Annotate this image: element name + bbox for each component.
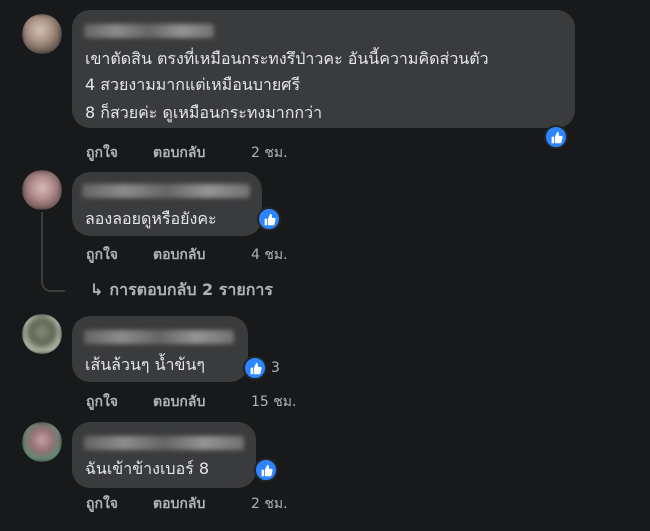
avatar[interactable]: [22, 422, 62, 462]
timestamp[interactable]: 2 ชม.: [251, 493, 288, 515]
comment-text-line: ลองลอยดูหรือยังคะ: [85, 209, 217, 228]
like-button[interactable]: ถูกใจ: [86, 142, 118, 164]
thread-connector: [41, 276, 65, 292]
comment-bubble: ลองลอยดูหรือยังคะ: [72, 172, 262, 236]
author-name[interactable]: [84, 330, 234, 344]
like-icon[interactable]: [257, 207, 281, 231]
reply-button[interactable]: ตอบกลับ: [153, 493, 205, 515]
comment-text-line: ฉันเข้าข้างเบอร์ 8: [85, 459, 210, 478]
avatar[interactable]: [22, 14, 62, 54]
author-name[interactable]: [82, 184, 250, 198]
timestamp[interactable]: 2 ชม.: [251, 142, 288, 164]
avatar[interactable]: [22, 170, 62, 210]
like-button[interactable]: ถูกใจ: [86, 493, 118, 515]
like-icon[interactable]: [254, 458, 278, 482]
timestamp[interactable]: 4 ชม.: [251, 244, 288, 266]
reply-arrow-icon: ↳: [90, 280, 104, 299]
comment-bubble: เส้นล้วนๆ น้ำข้นๆ: [72, 316, 248, 382]
comment-bubble: ฉันเข้าข้างเบอร์ 8: [72, 422, 256, 488]
comment-text-line: 4 สวยงามมากแต่เหมือนบายศรี: [85, 75, 301, 94]
view-replies-link[interactable]: ↳ การตอบกลับ 2 รายการ: [90, 278, 273, 303]
reaction-count[interactable]: 3: [271, 360, 280, 376]
like-icon[interactable]: [243, 356, 267, 380]
avatar[interactable]: [22, 314, 62, 354]
author-name[interactable]: [84, 436, 244, 450]
comment-text-line: 8 ก็สวยค่ะ ดูเหมือนกระทงมากกว่า: [85, 103, 323, 122]
comment-text-line: เส้นล้วนๆ น้ำข้นๆ: [85, 355, 205, 374]
comment-bubble: เขาตัดสิน ตรงที่เหมือนกระทงรึป่าวคะ อันน…: [72, 10, 575, 128]
thread-line: [41, 212, 43, 276]
like-button[interactable]: ถูกใจ: [86, 244, 118, 266]
author-name[interactable]: [84, 24, 214, 38]
like-button[interactable]: ถูกใจ: [86, 391, 118, 413]
timestamp[interactable]: 15 ชม.: [251, 391, 296, 413]
replies-count-label: การตอบกลับ 2 รายการ: [109, 280, 273, 299]
comment-text-line: เขาตัดสิน ตรงที่เหมือนกระทงรึป่าวคะ อันน…: [85, 49, 489, 68]
reply-button[interactable]: ตอบกลับ: [153, 244, 205, 266]
like-icon[interactable]: [544, 125, 568, 149]
reply-button[interactable]: ตอบกลับ: [153, 142, 205, 164]
reply-button[interactable]: ตอบกลับ: [153, 391, 205, 413]
